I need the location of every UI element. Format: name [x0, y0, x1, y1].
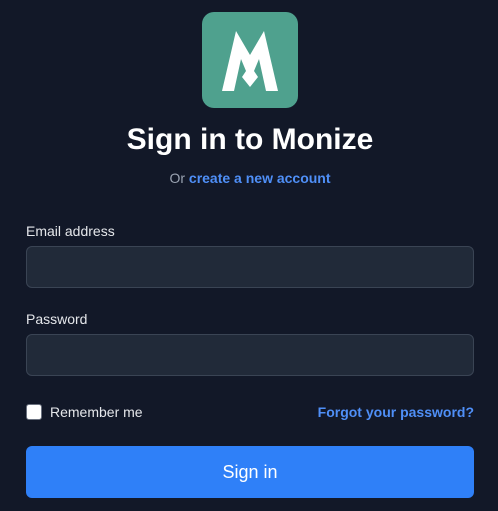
sign-in-button[interactable]: Sign in [26, 446, 474, 498]
password-field[interactable] [26, 334, 474, 376]
subtitle-prefix: Or [169, 170, 186, 186]
monize-logo-icon [202, 12, 298, 108]
remember-me: Remember me [26, 404, 143, 420]
forgot-password-link[interactable]: Forgot your password? [318, 404, 474, 420]
remember-me-checkbox[interactable] [26, 404, 42, 420]
sign-in-form: Email address Password Remember me Forgo… [26, 222, 474, 498]
logo-container [26, 0, 474, 108]
password-label: Password [26, 311, 88, 327]
password-group: Password [26, 310, 474, 376]
email-group: Email address [26, 222, 474, 288]
email-label: Email address [26, 223, 115, 239]
remember-me-label: Remember me [50, 404, 143, 420]
options-row: Remember me Forgot your password? [26, 402, 474, 422]
page-title: Sign in to Monize [126, 123, 374, 156]
email-field[interactable] [26, 246, 474, 288]
subtitle: Or create a new account [26, 169, 474, 187]
create-account-link[interactable]: create a new account [189, 170, 331, 186]
m-logo-icon [222, 31, 278, 91]
sign-in-page: Sign in to Monize Or create a new accoun… [0, 0, 498, 511]
